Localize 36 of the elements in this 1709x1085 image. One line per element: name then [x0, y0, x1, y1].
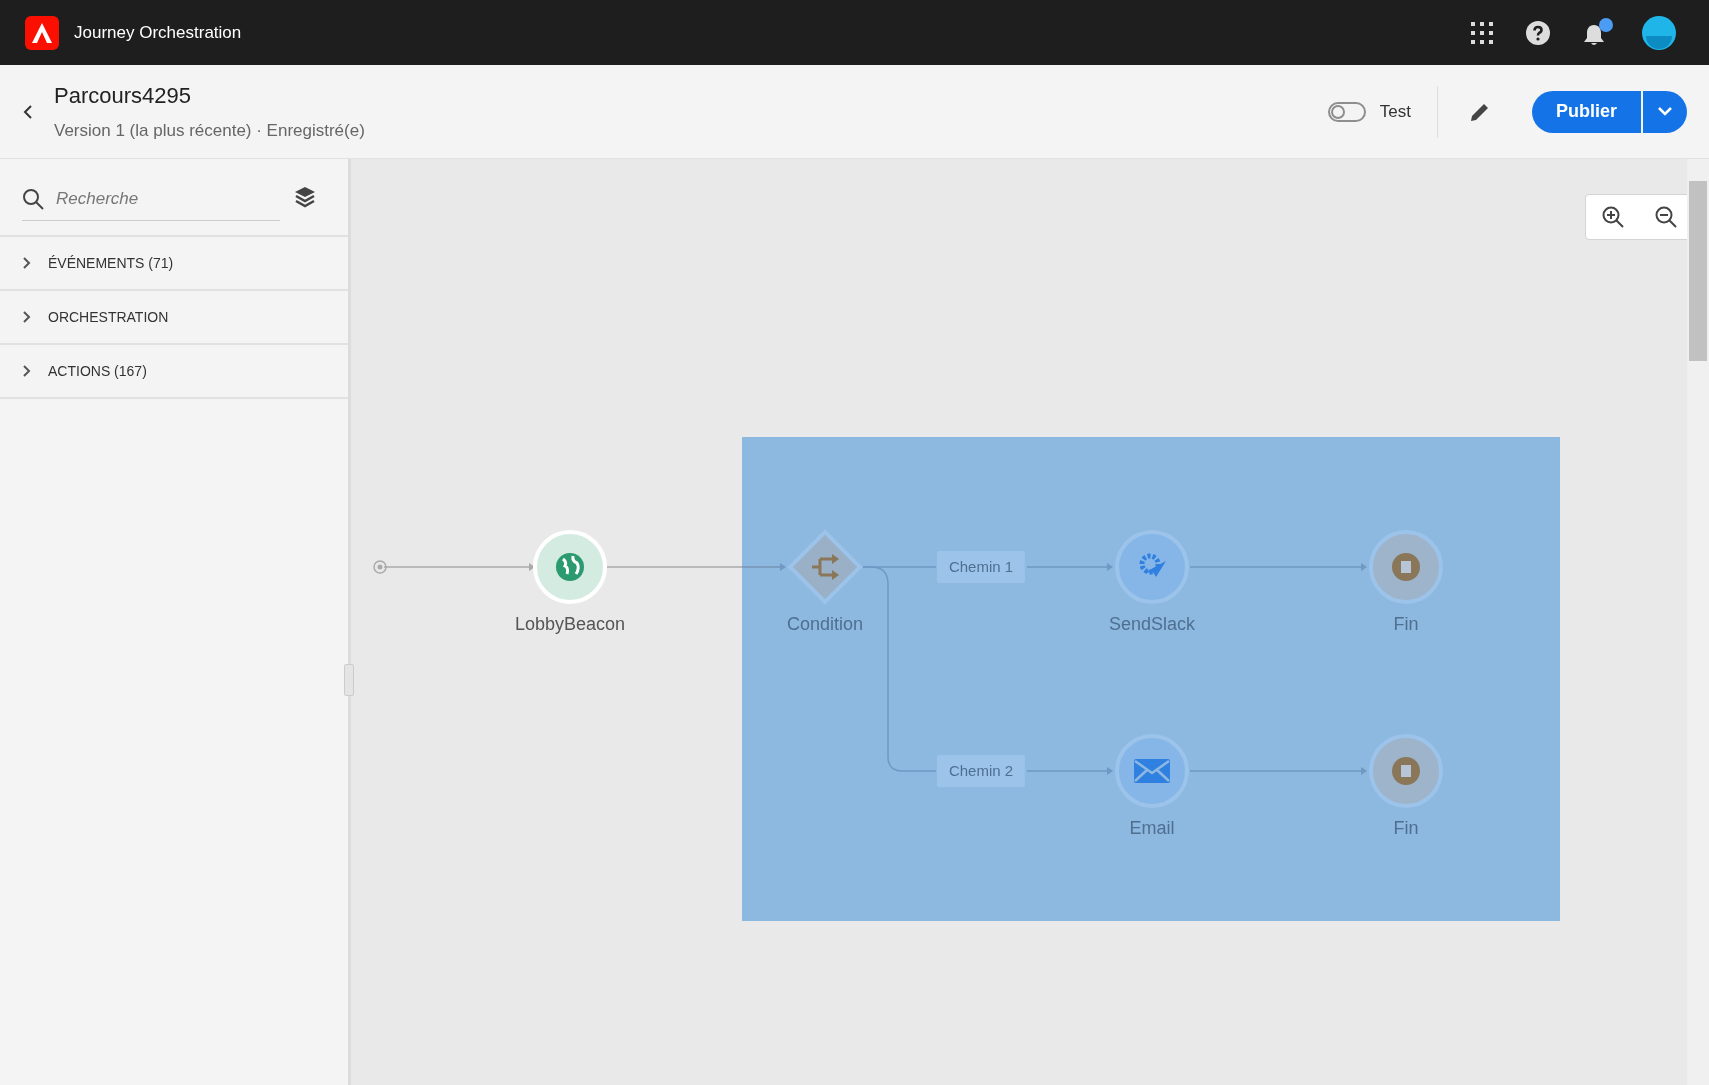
publish-menu-button[interactable]: [1643, 90, 1687, 133]
stop-icon: [1392, 757, 1420, 785]
section-header[interactable]: ACTIONS (167): [0, 345, 348, 399]
node-label: Fin: [1393, 613, 1419, 636]
start-point-icon: [373, 560, 387, 574]
envelope-icon: [1134, 759, 1170, 783]
node-label: Condition: [786, 613, 864, 636]
bell-icon[interactable]: [1583, 23, 1605, 46]
zoom-in-icon[interactable]: [1600, 205, 1625, 229]
apps-grid-icon[interactable]: [1471, 21, 1493, 44]
section-header[interactable]: ORCHESTRATION: [0, 291, 348, 345]
node-label: SendSlack: [1108, 613, 1196, 636]
layers-icon[interactable]: [294, 186, 316, 208]
scrollbar[interactable]: [1687, 159, 1709, 1085]
publish-button[interactable]: Publier: [1532, 90, 1641, 133]
condition-node[interactable]: [787, 529, 863, 605]
journey-status: Version 1 (la plus récente) · Enregistré(e): [54, 120, 365, 143]
node-label: Email: [1129, 817, 1175, 840]
node-label: Fin: [1393, 817, 1419, 840]
app-title: Journey Orchestration: [74, 21, 242, 44]
test-label: Test: [1379, 100, 1411, 123]
stop-icon: [1392, 553, 1420, 581]
search-field[interactable]: Recherche: [56, 185, 256, 212]
journey-title: Parcours4295: [54, 82, 192, 111]
caret-icon: [1658, 107, 1672, 116]
section-header[interactable]: ÉVÉNEMENTS (71): [0, 237, 348, 291]
avatar-icon[interactable]: [1642, 15, 1676, 50]
split-arrows-icon: [810, 554, 840, 580]
help-icon[interactable]: [1526, 20, 1550, 45]
panel-resize-handle[interactable]: [344, 664, 354, 696]
node-label: LobbyBeacon: [514, 613, 626, 636]
test-toggle[interactable]: [1327, 101, 1366, 122]
zoom-out-icon[interactable]: [1653, 205, 1678, 229]
back-icon[interactable]: [22, 104, 34, 119]
search-icon: [22, 187, 44, 210]
logo-icon: [25, 15, 59, 50]
